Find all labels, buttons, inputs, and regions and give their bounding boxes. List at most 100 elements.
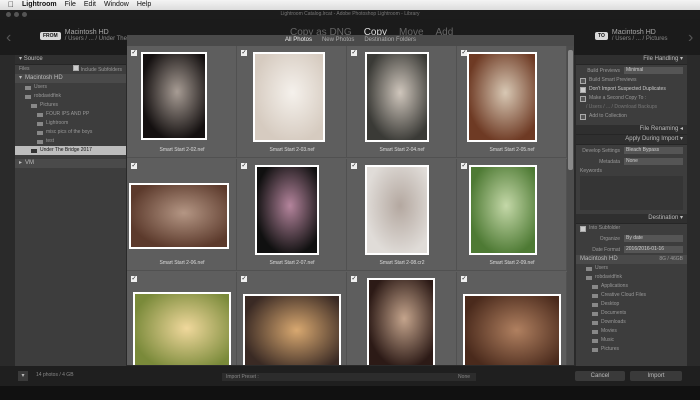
photo-thumbnail[interactable] <box>365 52 429 142</box>
photo-thumbnail[interactable] <box>469 165 537 255</box>
folder-lightroom[interactable]: Lightroom <box>15 119 126 128</box>
source-header[interactable]: ▾ Source <box>15 55 126 65</box>
add-collection-checkbox[interactable] <box>580 113 586 120</box>
dest-folder-creative-cloud[interactable]: Creative Cloud Files <box>576 291 687 300</box>
smart-previews-checkbox[interactable] <box>580 77 586 84</box>
photo-thumbnail[interactable] <box>467 52 537 142</box>
photo-cell[interactable]: ✓ <box>237 272 347 365</box>
apple-icon[interactable]:  <box>8 0 14 10</box>
scroll-thumb[interactable] <box>568 50 573 170</box>
photo-checkbox[interactable]: ✓ <box>131 163 137 169</box>
arrow-left-icon[interactable]: ‹ <box>6 29 11 47</box>
keywords-input[interactable] <box>580 176 683 210</box>
file-handling-header[interactable]: File Handling ▾ <box>576 55 687 65</box>
folder-users[interactable]: Users <box>15 83 126 92</box>
dest-folder-home[interactable]: robdavidfink <box>576 273 687 282</box>
photo-checkbox[interactable]: ✓ <box>131 50 137 56</box>
tab-destination-folders[interactable]: Destination Folders <box>364 35 416 46</box>
photo-checkbox[interactable]: ✓ <box>461 50 467 56</box>
photo-thumbnail[interactable] <box>141 52 207 140</box>
include-subfolders-checkbox[interactable] <box>73 64 80 71</box>
date-format-select[interactable]: 2016/2016-01-16 <box>624 246 683 253</box>
apply-during-import-header[interactable]: Apply During Import ▾ <box>576 135 687 145</box>
destination-selector[interactable]: TO Macintosh HD / Users / ... / Pictures <box>595 29 668 43</box>
cancel-button[interactable]: Cancel <box>575 371 625 381</box>
photo-cell[interactable]: ✓ <box>457 272 567 365</box>
photo-thumbnail[interactable] <box>463 294 561 365</box>
menu-app[interactable]: Lightroom <box>22 0 57 10</box>
destination-drive[interactable]: Macintosh HD 8G / 46GB <box>576 255 687 264</box>
photo-cell[interactable]: ✓ Smart Start 2-05.nef <box>457 46 567 158</box>
folder-icon <box>592 329 598 334</box>
organize-select[interactable]: By date <box>624 235 683 242</box>
arrow-right-icon[interactable]: › <box>688 29 693 47</box>
file-renaming-header[interactable]: File Renaming ◂ <box>576 125 687 135</box>
build-previews-select[interactable]: Minimal <box>624 67 683 74</box>
tab-new-photos[interactable]: New Photos <box>322 35 354 46</box>
photo-checkbox[interactable]: ✓ <box>351 163 357 169</box>
menu-edit[interactable]: Edit <box>84 0 96 10</box>
dest-folder-pictures[interactable]: Pictures <box>576 345 687 354</box>
folder-pictures[interactable]: Pictures <box>15 101 126 110</box>
photo-checkbox[interactable]: ✓ <box>461 276 467 282</box>
folder-home[interactable]: robdavidfink <box>15 92 126 101</box>
dest-folder-desktop[interactable]: Desktop <box>576 300 687 309</box>
metadata-label: Metadata <box>599 158 620 165</box>
photo-thumbnail[interactable] <box>365 165 429 255</box>
dont-import-duplicates-checkbox[interactable] <box>580 86 586 93</box>
photo-thumbnail[interactable] <box>255 165 319 255</box>
into-subfolder-checkbox[interactable] <box>580 225 586 232</box>
tab-all-photos[interactable]: All Photos <box>285 35 312 46</box>
photo-cell[interactable]: ✓ Smart Start 2-06.nef <box>127 159 237 271</box>
dont-import-row: Don't Import Suspected Duplicates <box>576 85 687 94</box>
minimize-window-icon[interactable] <box>14 12 19 17</box>
source-drive-macintosh-hd[interactable]: ▾ Macintosh HD <box>15 74 126 83</box>
destination-header[interactable]: Destination ▾ <box>576 214 687 224</box>
develop-settings-select[interactable]: Bleach Bypass <box>624 147 683 154</box>
dest-folder-users[interactable]: Users <box>576 264 687 273</box>
photo-cell[interactable]: ✓ Smart Start 2-03.nef <box>237 46 347 158</box>
photo-checkbox[interactable]: ✓ <box>241 276 247 282</box>
folder-test[interactable]: test <box>15 137 126 146</box>
folder-four-ips[interactable]: FOUR IPS AND PP <box>15 110 126 119</box>
photo-checkbox[interactable]: ✓ <box>241 163 247 169</box>
photo-cell[interactable]: ✓ Smart Start 2-04.nef <box>347 46 457 158</box>
photo-cell[interactable]: ✓ Smart Start 2-08.cr2 <box>347 159 457 271</box>
zoom-window-icon[interactable] <box>22 12 27 17</box>
photo-cell[interactable]: ✓ <box>127 272 237 365</box>
photo-thumbnail[interactable] <box>367 278 435 365</box>
dest-folder-documents[interactable]: Documents <box>576 309 687 318</box>
dest-folder-music[interactable]: Music <box>576 336 687 345</box>
dest-folder-movies[interactable]: Movies <box>576 327 687 336</box>
photo-thumbnail[interactable] <box>253 52 325 142</box>
photo-checkbox[interactable]: ✓ <box>351 50 357 56</box>
photo-cell[interactable]: ✓ <box>347 272 457 365</box>
metadata-select[interactable]: None <box>624 158 683 165</box>
grid-scrollbar[interactable] <box>567 46 574 365</box>
folder-misc-pics[interactable]: misc pics of the boys <box>15 128 126 137</box>
import-preset-bar[interactable]: Import Preset : None <box>222 373 476 381</box>
expand-options-icon[interactable]: ▾ <box>18 371 28 381</box>
dest-folder-downloads[interactable]: Downloads <box>576 318 687 327</box>
bottom-bar: ▾ 14 photos / 4 GB Import Preset : None … <box>0 366 700 386</box>
photo-thumbnail[interactable] <box>243 294 341 365</box>
folder-icon <box>37 139 43 144</box>
photo-checkbox[interactable]: ✓ <box>461 163 467 169</box>
menu-file[interactable]: File <box>65 0 76 10</box>
photo-checkbox[interactable]: ✓ <box>131 276 137 282</box>
menu-help[interactable]: Help <box>137 0 151 10</box>
import-button[interactable]: Import <box>630 371 682 381</box>
dest-folder-applications[interactable]: Applications <box>576 282 687 291</box>
source-drive-vm[interactable]: ▸ VM <box>15 159 126 168</box>
photo-checkbox[interactable]: ✓ <box>241 50 247 56</box>
close-window-icon[interactable] <box>6 12 11 17</box>
second-copy-checkbox[interactable] <box>580 95 586 102</box>
photo-checkbox[interactable]: ✓ <box>351 276 357 282</box>
photo-thumbnail[interactable] <box>133 292 231 365</box>
photo-cell[interactable]: ✓ Smart Start 2-07.nef <box>237 159 347 271</box>
menu-window[interactable]: Window <box>104 0 129 10</box>
photo-cell[interactable]: ✓ Smart Start 2-02.nef <box>127 46 237 158</box>
folder-under-the-bridge[interactable]: Under The Bridge 2017 <box>15 146 126 155</box>
photo-thumbnail[interactable] <box>129 183 229 249</box>
photo-cell[interactable]: ✓ Smart Start 2-09.nef <box>457 159 567 271</box>
